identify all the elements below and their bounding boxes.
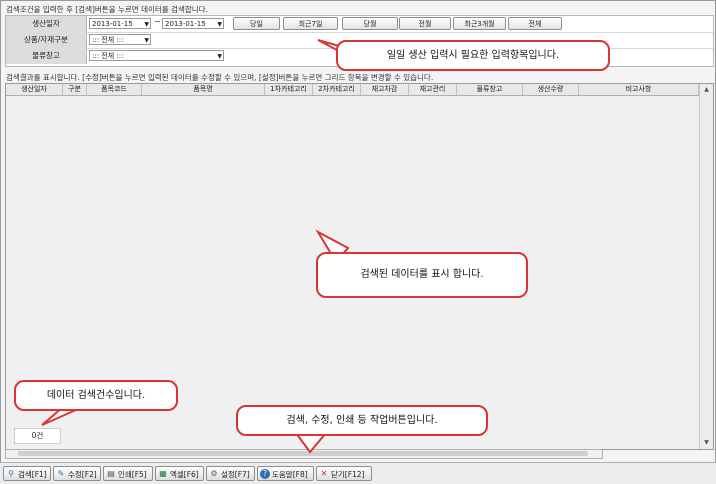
callout-data-display: 검색된 데이터를 표시 합니다. xyxy=(316,252,528,298)
callout-record-count: 데이터 검색건수입니다. xyxy=(14,380,178,411)
callout-action-buttons: 검색, 수정, 인쇄 등 작업버튼입니다. xyxy=(236,405,488,436)
callout-input-fields: 일일 생산 입력시 필요한 입력항목입니다. xyxy=(336,40,610,71)
